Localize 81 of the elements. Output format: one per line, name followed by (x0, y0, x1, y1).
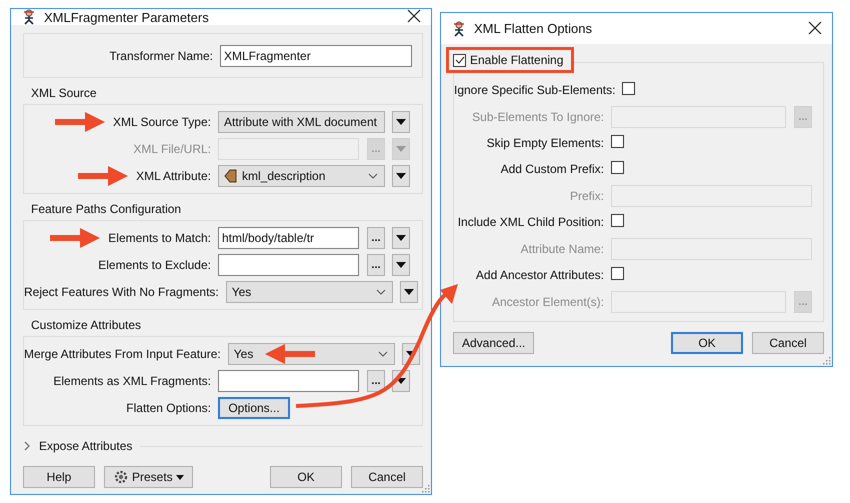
field-label: XML Attribute: (136, 168, 211, 182)
triangle-down-icon (396, 172, 406, 178)
section-label[interactable]: Expose Attributes (39, 439, 132, 453)
dialog-button[interactable]: OK (270, 466, 342, 488)
field-label: Add Ancestor Attributes: (476, 268, 604, 282)
text-field[interactable]: html/body/table/tr (218, 226, 359, 248)
text-field[interactable]: XMLFragmenter (220, 44, 412, 66)
menu-button[interactable] (392, 110, 410, 132)
checkbox[interactable] (611, 161, 624, 174)
field-label: Merge Attributes From Input Feature: (24, 346, 221, 360)
caret-icon (176, 474, 184, 480)
field-label: Ignore Specific Sub-Elements: (454, 83, 616, 97)
dropdown[interactable]: Attribute with XML document (218, 110, 385, 132)
dropdown-value: Attribute with XML document (224, 114, 377, 128)
group-title: Customize Attributes (30, 317, 142, 334)
close-icon (808, 20, 822, 34)
field-label: Add Custom Prefix: (500, 162, 604, 176)
dialog-button[interactable]: Advanced... (453, 332, 534, 354)
field-label: Elements to Match: (108, 230, 211, 244)
window-title: XML Flatten Options (474, 21, 594, 36)
dropdown[interactable]: Yes (228, 342, 395, 364)
field-label: XML Source Type: (112, 114, 211, 128)
browse-button[interactable]: ... (367, 370, 385, 392)
field-label: Prefix: (570, 188, 604, 202)
checkbox[interactable] (453, 54, 466, 66)
presets-button[interactable]: Presets (104, 466, 193, 488)
field-label: Skip Empty Elements: (486, 136, 604, 150)
checkbox-label[interactable]: Enable Flattening (470, 53, 564, 67)
dropdown[interactable]: kml_description (218, 164, 385, 186)
field-label: Elements as XML Fragments: (53, 374, 211, 388)
menu-button[interactable] (392, 254, 410, 276)
field-label: Sub-Elements To Ignore: (472, 110, 604, 124)
menu-button[interactable] (400, 280, 418, 302)
gear-icon (113, 469, 129, 485)
triangle-down-icon (396, 234, 406, 240)
window-title: XMLFragmenter Parameters (44, 10, 210, 24)
field-label: Elements to Exclude: (98, 258, 211, 272)
field-label: Transformer Name: (109, 48, 213, 62)
resize-grip-icon[interactable] (421, 484, 430, 493)
figure-icon (21, 9, 37, 25)
browse-button[interactable]: ... (367, 254, 385, 276)
close-button[interactable] (407, 9, 423, 25)
field-label: Reject Features With No Fragments: (24, 284, 219, 298)
field-label: Ancestor Element(s): (492, 294, 604, 308)
triangle-down-icon (396, 262, 406, 268)
group-title: XML Source (30, 85, 98, 102)
field-label: Include XML Child Position: (458, 215, 604, 229)
text-field[interactable] (218, 254, 359, 276)
text-field[interactable] (218, 370, 359, 392)
chevron-down-icon (376, 288, 386, 294)
close-button[interactable] (808, 20, 824, 36)
group-title: Feature Paths Configuration (30, 201, 182, 218)
close-icon (407, 9, 421, 23)
resize-grip-icon[interactable] (822, 356, 831, 365)
chevron-right-icon[interactable] (23, 441, 31, 451)
dialog-button[interactable]: Cancel (351, 466, 423, 488)
field-label: Attribute Name: (520, 242, 604, 256)
menu-button[interactable] (392, 164, 410, 186)
dropdown-value: kml_description (242, 168, 326, 182)
dropdown[interactable]: Yes (226, 280, 393, 302)
checkbox[interactable] (611, 214, 624, 227)
checkbox[interactable] (611, 267, 624, 280)
dialog-button[interactable]: Cancel (752, 332, 824, 354)
menu-button[interactable] (392, 226, 410, 248)
figure-icon (451, 20, 467, 36)
chevron-down-icon (378, 350, 388, 356)
dropdown-value: Yes (234, 346, 254, 360)
browse-button[interactable]: ... (367, 226, 385, 248)
dialog-button[interactable]: OK (671, 332, 743, 354)
options-button[interactable]: Options... (218, 396, 290, 418)
chevron-down-icon (368, 172, 378, 178)
triangle-down-icon (396, 146, 406, 152)
checkbox[interactable] (622, 82, 636, 95)
dialog-button[interactable]: Help (23, 466, 95, 488)
dropdown-value: Yes (232, 284, 252, 298)
field-label: XML File/URL: (133, 142, 211, 156)
triangle-down-icon (404, 288, 414, 294)
field-label: Flatten Options: (126, 400, 211, 414)
triangle-down-icon (396, 378, 406, 384)
triangle-down-icon (396, 118, 406, 124)
checkbox[interactable] (611, 135, 624, 148)
